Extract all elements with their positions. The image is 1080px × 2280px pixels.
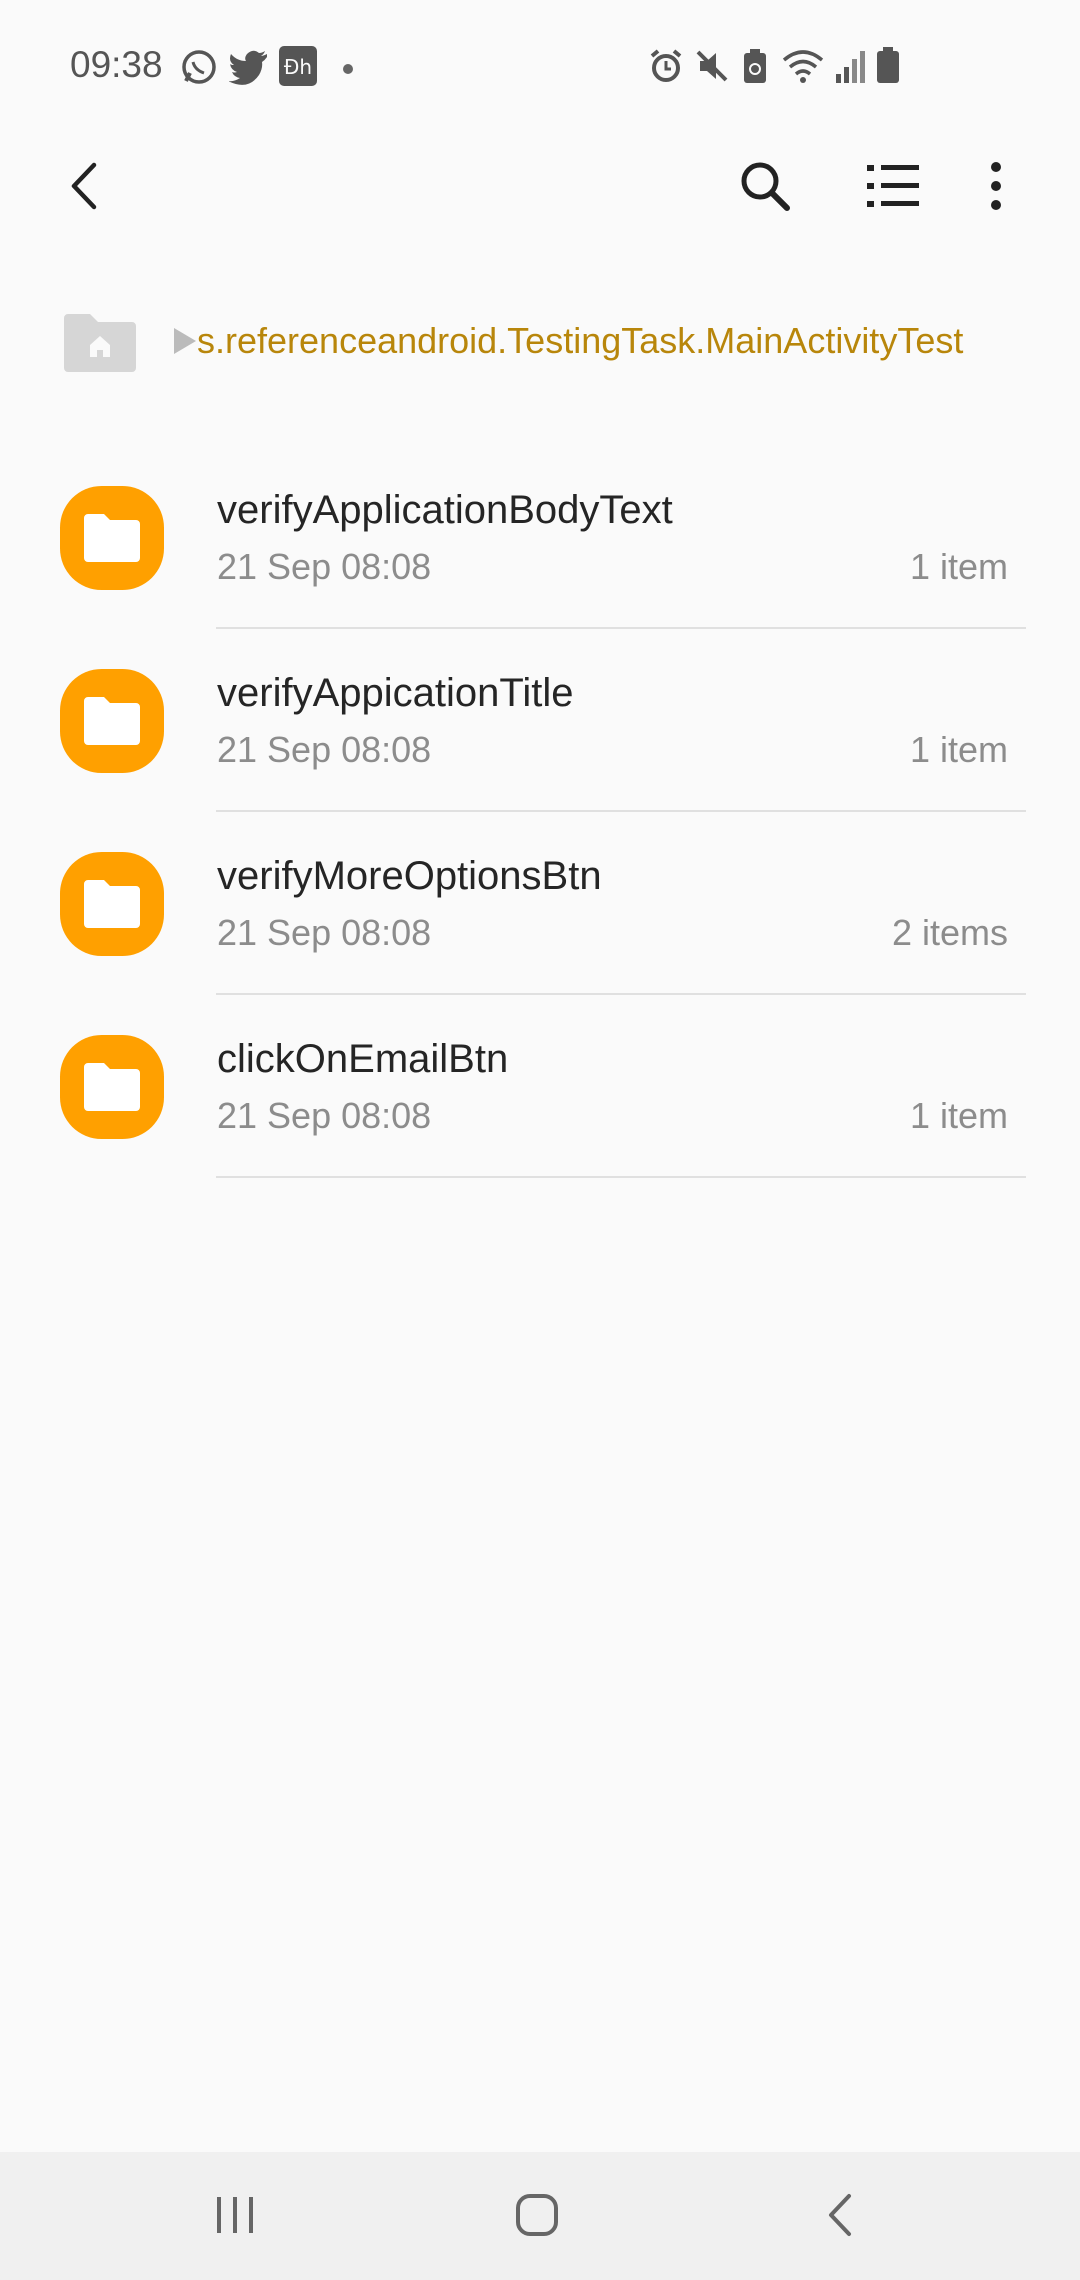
folder-item-count: 2 items [891,912,1008,953]
breadcrumb-path[interactable]: s.referenceandroid.TestingTask.MainActiv… [197,320,963,362]
folder-icon [60,486,164,590]
folder-date: 21 Sep 08:08 [217,729,432,770]
back-button[interactable] [46,150,122,226]
toolbar [0,130,1080,240]
mute-icon [694,48,730,89]
svg-text:Đh: Đh [284,55,312,79]
list-item[interactable]: clickOnEmailBtn 21 Sep 08:08 1 item [0,995,1080,1178]
folder-icon [60,669,164,773]
notification-dot [343,64,353,74]
folder-date: 21 Sep 08:08 [217,912,432,953]
divider [216,1176,1026,1178]
folder-item-count: 1 item [909,729,1008,770]
list-item[interactable]: verifyAppicationTitle 21 Sep 08:08 1 ite… [0,629,1080,812]
twitter-icon [228,48,269,91]
folder-date: 21 Sep 08:08 [217,1095,432,1136]
navigation-bar [0,2152,1080,2280]
whatsapp-icon [180,48,218,91]
folder-list: verifyApplicationBodyText 21 Sep 08:08 1… [0,446,1080,1178]
home-folder-icon[interactable] [64,310,136,377]
battery-icon [876,46,900,89]
back-nav-button[interactable] [800,2182,880,2252]
breadcrumb-separator-icon [174,328,196,354]
recents-button[interactable] [195,2182,275,2252]
folder-item-count: 1 item [909,546,1008,587]
folder-icon [60,852,164,956]
signal-icon [834,48,866,89]
disney-plus-hotstar-icon: Đh [279,46,317,91]
status-time: 09:38 [70,44,163,85]
folder-date: 21 Sep 08:08 [217,546,432,587]
more-vertical-icon [989,161,1003,216]
list-item[interactable]: verifyMoreOptionsBtn 21 Sep 08:08 2 item… [0,812,1080,995]
folder-icon [60,1035,164,1139]
list-view-icon [865,161,921,216]
recents-icon [213,2193,257,2242]
folder-item-count: 1 item [909,1095,1008,1136]
more-options-button[interactable] [958,150,1034,226]
view-mode-button[interactable] [855,150,931,226]
folder-name: verifyAppicationTitle [217,671,574,715]
search-icon [737,158,793,219]
home-button[interactable] [497,2182,577,2252]
folder-name: verifyApplicationBodyText [217,488,673,532]
battery-saver-icon [742,48,768,89]
breadcrumb: s.referenceandroid.TestingTask.MainActiv… [0,300,1080,380]
back-icon [825,2192,855,2243]
chevron-left-icon [64,161,104,216]
home-icon [514,2192,560,2243]
status-bar: 09:38 Đh [0,0,1080,130]
wifi-icon [782,48,824,89]
list-item[interactable]: verifyApplicationBodyText 21 Sep 08:08 1… [0,446,1080,629]
search-button[interactable] [727,150,803,226]
alarm-icon [648,48,684,89]
folder-name: verifyMoreOptionsBtn [217,854,602,898]
folder-name: clickOnEmailBtn [217,1037,509,1081]
